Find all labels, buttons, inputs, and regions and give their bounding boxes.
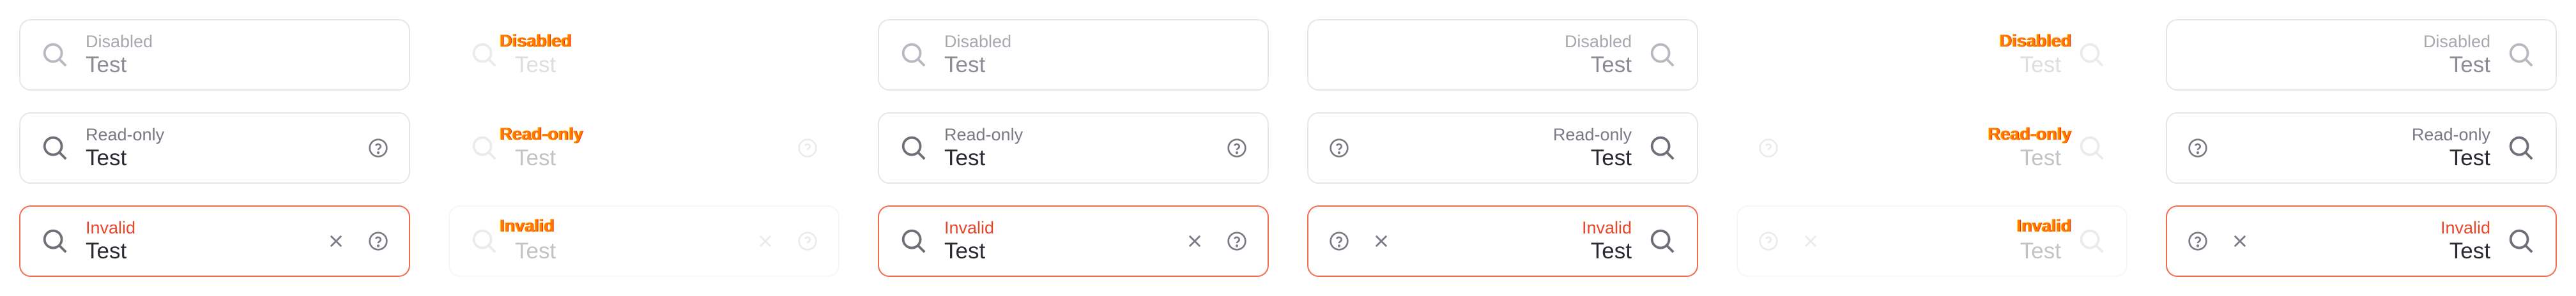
field-label: Invalid [86,218,136,237]
search-icon [897,38,930,71]
help-icon[interactable] [1224,135,1250,161]
glitch-label-disabled: Disabled [1999,31,2071,50]
search-icon [38,225,72,258]
help-icon[interactable] [365,228,391,254]
search-field-invalid[interactable]: Invalid Test [1307,205,1698,277]
field-value: Test [2020,52,2061,77]
help-icon[interactable] [1326,135,1352,161]
search-field-disabled: Disabled Test [1307,19,1698,91]
search-icon [2504,131,2538,165]
search-field-invalid[interactable]: Invalid Test [2166,205,2557,277]
field-value: Test [86,145,127,170]
panel-ltr: Disabled Test Read-only Test Invalid Tes… [0,0,429,296]
field-value: Test [86,52,127,77]
panel-ltr-2: Disabled Test Read-only Test Invalid Tes… [859,0,1288,296]
field-value: Test [515,145,556,170]
search-field-readonly[interactable]: Read-only Test [878,112,1269,184]
glitch-label-invalid: Invalid [2016,216,2071,235]
clear-icon[interactable] [1182,228,1208,254]
help-icon [795,228,820,254]
field-label: Invalid [944,218,995,237]
field-value: Test [1590,239,1632,263]
help-icon[interactable] [2185,135,2211,161]
search-field-readonly[interactable]: Read-only Test [19,112,410,184]
search-icon [1646,38,1679,71]
field-label: Disabled [2423,32,2490,51]
clear-icon [1798,228,1823,254]
clear-icon [753,228,778,254]
field-label: Disabled [944,32,1012,51]
clear-icon[interactable] [2227,228,2253,254]
search-field-readonly[interactable]: Read-only Test [1307,112,1698,184]
help-icon [1756,228,1781,254]
field-value: Test [1590,52,1632,77]
field-value: Test [2449,52,2490,77]
field-label: Read-only [2411,125,2490,144]
search-field-readonly[interactable]: Read-only Test [2166,112,2557,184]
panel-rtl-2: Disabled Test Read-only Test Invalid Tes… [2147,0,2576,296]
search-icon [468,225,501,258]
help-icon [795,135,820,161]
panel-rtl-faded: Test Test Test Disabled Read-only Invali… [1717,0,2147,296]
field-value: Test [944,52,986,77]
search-icon [38,38,72,71]
field-value: Test [2020,145,2061,170]
search-icon [2504,38,2538,71]
glitch-label-invalid: Invalid [500,216,555,235]
help-icon[interactable] [1326,228,1352,254]
search-icon [897,225,930,258]
input-variants-strip: Disabled Test Read-only Test Invalid Tes… [0,0,2576,296]
panel-rtl: Disabled Test Read-only Test Invalid Tes… [1288,0,1717,296]
field-value: Test [2449,239,2490,263]
field-label: Disabled [86,32,153,51]
search-icon [2075,38,2108,71]
search-icon [897,131,930,165]
search-icon [468,131,501,165]
glitch-label-readonly: Read-only [500,124,583,144]
field-label: Disabled [1564,32,1632,51]
glitch-label-disabled: Disabled [500,31,572,50]
search-field-disabled: Test [1736,19,2128,91]
help-icon[interactable] [365,135,391,161]
field-value: Test [515,52,556,77]
search-icon [2504,225,2538,258]
search-field-disabled: Test [448,19,839,91]
search-field-invalid[interactable]: Invalid Test [19,205,410,277]
field-value: Test [944,239,986,263]
field-value: Test [1590,145,1632,170]
search-icon [468,38,501,71]
search-field-disabled: Disabled Test [19,19,410,91]
field-label: Read-only [86,125,165,144]
field-value: Test [86,239,127,263]
search-icon [2075,225,2108,258]
field-label: Invalid [1581,218,1632,237]
search-field-invalid[interactable]: Invalid Test [878,205,1269,277]
help-icon[interactable] [1224,228,1250,254]
field-value: Test [2449,145,2490,170]
field-value: Test [944,145,986,170]
search-field-disabled: Disabled Test [878,19,1269,91]
search-icon [38,131,72,165]
panel-ltr-faded: Test Test Test Disabled Read-only Invali… [429,0,859,296]
help-icon[interactable] [2185,228,2211,254]
search-icon [2075,131,2108,165]
search-field-readonly: Test [448,112,839,184]
clear-icon[interactable] [1368,228,1394,254]
field-value: Test [515,239,556,263]
help-icon [1756,135,1781,161]
search-icon [1646,225,1679,258]
clear-icon[interactable] [323,228,349,254]
search-field-disabled: Disabled Test [2166,19,2557,91]
search-icon [1646,131,1679,165]
search-field-readonly: Test [1736,112,2128,184]
field-label: Read-only [944,125,1023,144]
glitch-label-readonly: Read-only [1988,124,2071,144]
field-value: Test [2020,239,2061,263]
field-label: Read-only [1552,125,1632,144]
field-label: Invalid [2440,218,2490,237]
